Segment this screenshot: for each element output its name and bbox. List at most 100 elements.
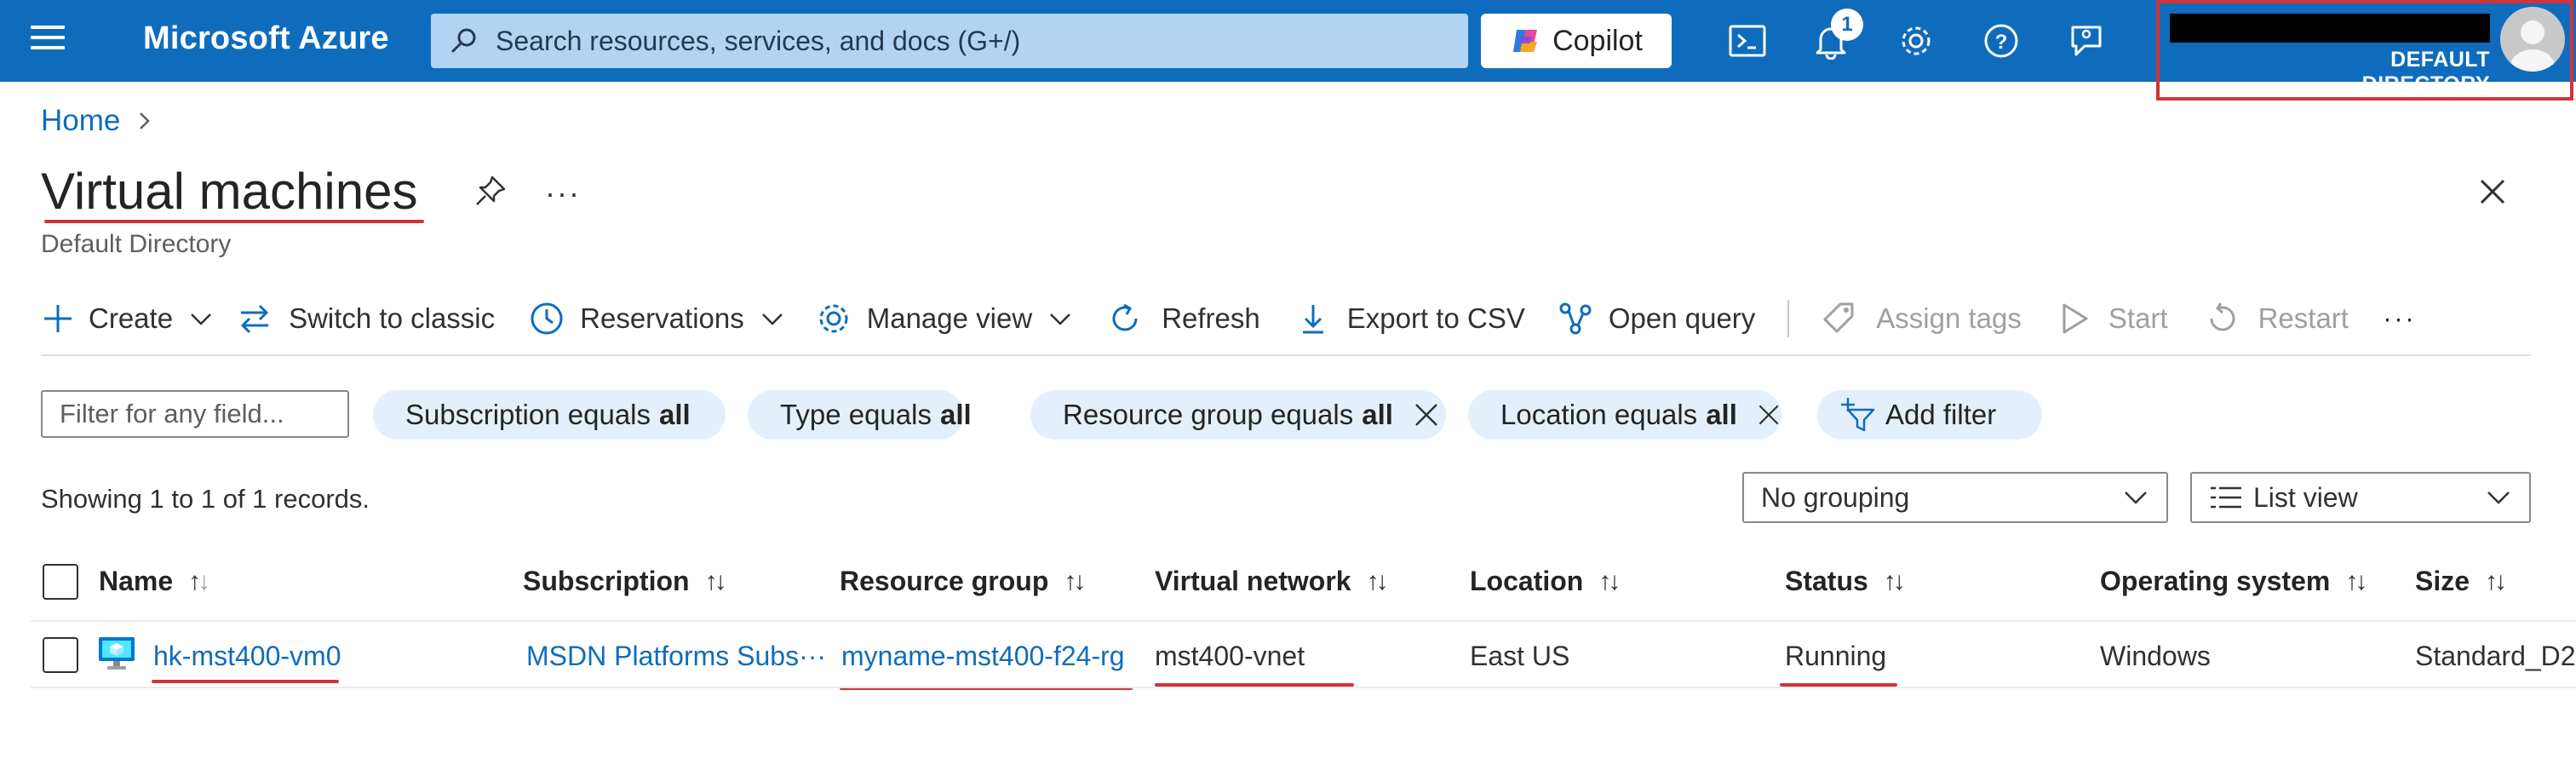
help-icon[interactable]: ? [1979,19,2023,63]
more-commands-button[interactable]: ··· [2383,302,2416,335]
column-header-label: Size [2415,566,2470,596]
filter-pill-label: Subscription equals [405,399,651,430]
table-row-divider [31,687,2576,688]
grouping-dropdown[interactable]: No grouping [1742,472,2168,523]
column-header-label: Name [99,566,174,596]
copilot-label: Copilot [1552,24,1643,57]
restart-button[interactable]: Restart [2204,301,2349,336]
view-mode-dropdown[interactable]: List view [2190,472,2531,523]
notification-count-badge: 1 [1831,9,1863,41]
title-more-options[interactable]: ··· [545,175,581,211]
column-header-status[interactable]: Status ↑↓ [1785,566,1906,597]
global-search-box[interactable] [431,14,1468,68]
refresh-label: Refresh [1162,302,1260,334]
switch-arrows-icon [240,304,269,334]
column-header-operating-system[interactable]: Operating system ↑↓ [2100,566,2367,597]
close-icon[interactable] [2475,174,2510,214]
sort-icon: ↑↓ [1883,566,1906,595]
feedback-icon[interactable] [2064,19,2108,63]
refresh-icon [1112,303,1138,331]
create-label: Create [89,302,174,334]
operating-system-value: Windows [2100,641,2211,671]
assign-tags-button[interactable]: Assign tags [1822,301,2022,336]
column-header-virtual-network[interactable]: Virtual network ↑↓ [1155,566,1389,597]
plus-icon [44,305,72,332]
page-title: Virtual machines [41,163,418,220]
sort-icon: ↑↓ [1598,566,1621,595]
sort-icon: ↑↓ [1064,566,1086,595]
filter-pill-value: all [1362,399,1393,430]
notifications-icon[interactable]: 1 [1809,9,1863,63]
open-query-button[interactable]: Open query [1558,301,1755,336]
filter-pill-resource-group[interactable]: Resource group equals all [1030,390,1446,440]
virtual-network-value: mst400-vnet [1155,641,1305,671]
breadcrumb-home-link[interactable]: Home [41,104,120,138]
column-header-name[interactable]: Name ↑↓ [99,566,210,597]
column-header-location[interactable]: Location ↑↓ [1470,566,1621,597]
search-icon [451,28,476,53]
reservations-button[interactable]: Reservations [529,301,785,336]
grouping-value: No grouping [1761,481,1910,513]
filter-any-field-input[interactable] [41,390,349,438]
global-search-input[interactable] [494,24,1434,58]
column-header-resource-group[interactable]: Resource group ↑↓ [840,566,1086,597]
location-value: East US [1470,641,1570,671]
sort-icon: ↑↓ [1366,566,1389,595]
export-csv-label: Export to CSV [1346,302,1525,334]
vm-name-link[interactable]: hk-mst400-vm0 [153,641,341,672]
open-query-label: Open query [1608,302,1756,334]
tag-icon [1823,302,1854,333]
filter-pill-value: all [939,399,972,430]
brand-title[interactable]: Microsoft Azure [143,20,389,57]
table-header-divider [31,620,2576,622]
assign-tags-label: Assign tags [1876,302,2022,334]
restart-icon [2210,302,2235,331]
switch-to-classic-button[interactable]: Switch to classic [238,302,495,336]
sort-icon: ↑↓ [188,566,210,595]
download-icon [1302,305,1323,334]
filter-pill-label: Type equals [780,399,932,430]
filter-pill-type[interactable]: Type equals all [748,390,972,440]
breadcrumb: Home [41,104,158,138]
play-icon [2063,303,2088,334]
list-view-icon [2211,486,2241,509]
remove-filter-close-icon[interactable] [1412,400,1441,429]
annotation-underline [44,220,424,223]
filter-pill-location[interactable]: Location equals all [1468,390,1781,440]
settings-gear-icon[interactable] [1894,19,1938,63]
column-header-label: Operating system [2100,566,2331,596]
records-count-text: Showing 1 to 1 of 1 records. [41,484,370,514]
refresh-button[interactable]: Refresh [1107,301,1260,336]
start-button[interactable]: Start [2057,302,2168,336]
add-filter-icon [1841,398,1875,432]
column-header-size[interactable]: Size ↑↓ [2415,566,2507,597]
start-label: Start [2108,302,2168,334]
export-csv-button[interactable]: Export to CSV [1296,302,1525,336]
command-bar-divider [41,354,2531,356]
row-select-checkbox[interactable] [43,637,78,673]
chevron-down-icon [2125,492,2147,504]
add-filter-button[interactable]: Add filter [1817,390,2042,440]
annotation-underline [152,680,339,683]
column-header-label: Subscription [523,566,690,596]
filter-pill-label: Location equals [1500,399,1698,430]
filter-pill-subscription[interactable]: Subscription equals all [373,390,726,440]
cloud-shell-icon[interactable] [1725,19,1770,63]
sort-icon: ↑↓ [2345,566,2367,595]
column-header-subscription[interactable]: Subscription ↑↓ [523,566,727,597]
account-highlight-box [2156,0,2573,101]
command-separator [1787,300,1790,337]
reservations-label: Reservations [580,302,744,334]
manage-view-button[interactable]: Manage view [816,301,1073,336]
resource-group-link[interactable]: myname-mst400-f24-rg [841,641,1125,672]
hamburger-menu-icon[interactable] [31,26,65,56]
column-header-label: Status [1785,566,1868,596]
chevron-down-icon [1050,313,1071,325]
select-all-checkbox[interactable] [43,564,78,600]
subscription-link[interactable]: MSDN Platforms Subs··· [526,641,826,672]
svg-text:?: ? [1995,31,2008,54]
create-button[interactable]: Create [41,302,214,336]
copilot-button[interactable]: Copilot [1481,14,1672,68]
pin-icon[interactable] [473,174,508,212]
remove-filter-close-icon[interactable] [1756,400,1781,429]
